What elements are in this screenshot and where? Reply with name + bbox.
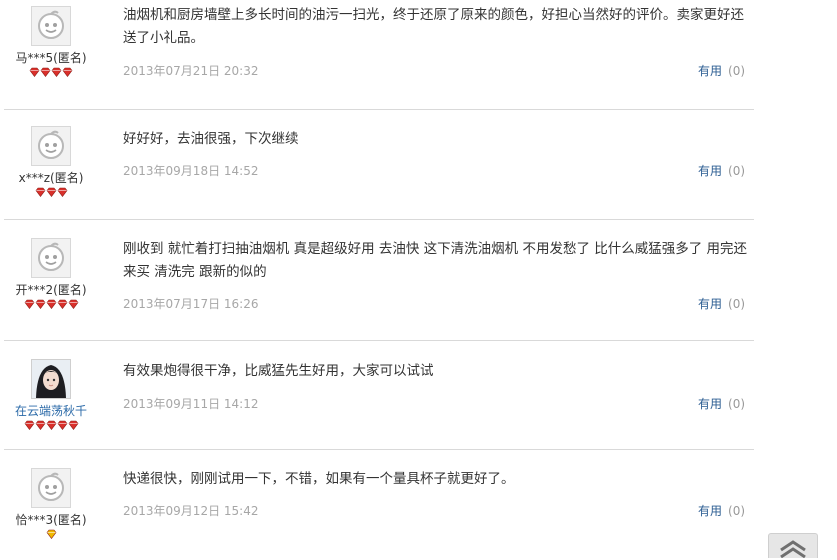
- rank-gem-icon: [46, 299, 56, 309]
- review-date: 2013年09月12日 15:42: [123, 504, 259, 518]
- rank-gem-icon: [46, 187, 56, 197]
- review-item: 在云端荡秋千 有效果炮得很干净，比威猛先生好用，大家可以试试 2013年09月1…: [0, 341, 837, 450]
- default-avatar-icon[interactable]: [31, 6, 71, 46]
- default-avatar-icon[interactable]: [31, 238, 71, 278]
- useful-vote: 有用 (0): [698, 502, 745, 519]
- review-content: 刚收到 就忙着打扫抽油烟机 真是超级好用 去油快 这下清洗油烟机 不用发愁了 比…: [123, 241, 748, 280]
- review-item: 恰***3(匿名) 快递很快，刚刚试用一下，不错，如果有一个量具杯子就更好了。 …: [0, 450, 837, 560]
- rank-gem-icon: [35, 420, 45, 430]
- rank-gem-icon: [62, 67, 73, 77]
- useful-vote: 有用 (0): [698, 395, 745, 412]
- useful-count: (0): [728, 164, 746, 178]
- rank-gem-icon: [40, 67, 51, 77]
- rank-gem-icon: [24, 299, 34, 309]
- rank-gem-icon: [46, 420, 56, 430]
- review-content: 快递很快，刚刚试用一下，不错，如果有一个量具杯子就更好了。: [123, 471, 515, 487]
- reviewer-name: x***z(匿名): [18, 171, 84, 185]
- rank-gem-icon: [68, 299, 78, 309]
- reviewer-info: 马***5(匿名): [0, 6, 102, 78]
- useful-vote: 有用 (0): [698, 295, 745, 312]
- review-content: 油烟机和厨房墙壁上多长时间的油污一扫光，终于还原了原来的颜色，好担心当然好的评价…: [123, 7, 744, 46]
- rank-gem-icon: [35, 299, 45, 309]
- review-date: 2013年09月11日 14:12: [123, 397, 259, 411]
- reviewer-name[interactable]: 在云端荡秋千: [0, 404, 102, 418]
- useful-count: (0): [728, 504, 746, 518]
- useful-button[interactable]: 有用: [698, 64, 722, 78]
- reviewer-name: 开***2(匿名): [15, 283, 87, 297]
- rank-gem-icon: [35, 187, 45, 197]
- review-date: 2013年07月21日 20:32: [123, 64, 259, 78]
- reviewer-info: 开***2(匿名): [0, 238, 102, 310]
- review-item: 开***2(匿名) 刚收到 就忙着打扫抽油烟机 真是超级好用 去油快 这下清洗油…: [0, 220, 837, 341]
- reviewer-info: 在云端荡秋千: [0, 359, 102, 431]
- default-avatar-icon[interactable]: [31, 126, 71, 166]
- rank-gem-icon: [57, 187, 67, 197]
- rank-gem-icon: [29, 67, 40, 77]
- reviewer-rank: [0, 299, 102, 310]
- useful-count: (0): [728, 397, 746, 411]
- review-content: 有效果炮得很干净，比威猛先生好用，大家可以试试: [123, 363, 434, 379]
- rank-gem-icon: [46, 529, 56, 539]
- useful-button[interactable]: 有用: [698, 164, 722, 178]
- useful-vote: 有用 (0): [698, 162, 745, 179]
- review-item: 马***5(匿名) 油烟机和厨房墙壁上多长时间的油污一扫光，终于还原了原来的颜色…: [0, 0, 837, 110]
- rank-gem-icon: [51, 67, 62, 77]
- back-to-top-icon: [780, 540, 806, 558]
- useful-vote: 有用 (0): [698, 62, 745, 79]
- rank-gem-icon: [68, 420, 78, 430]
- reviewer-rank: [0, 67, 102, 78]
- review-date: 2013年09月18日 14:52: [123, 164, 259, 178]
- useful-button[interactable]: 有用: [698, 504, 722, 518]
- useful-count: (0): [728, 297, 746, 311]
- user-photo-avatar[interactable]: [31, 359, 71, 399]
- review-content: 好好好，去油很强，下次继续: [123, 131, 299, 147]
- reviewer-info: x***z(匿名): [0, 126, 102, 198]
- default-avatar-icon[interactable]: [31, 468, 71, 508]
- reviewer-name: 马***5(匿名): [15, 51, 87, 65]
- rank-gem-icon: [57, 299, 67, 309]
- rank-gem-icon: [24, 420, 34, 430]
- reviewer-rank: [0, 529, 102, 540]
- reviewer-name: 恰***3(匿名): [15, 513, 87, 527]
- useful-button[interactable]: 有用: [698, 397, 722, 411]
- reviewer-rank: [0, 420, 102, 431]
- rank-gem-icon: [57, 420, 67, 430]
- useful-count: (0): [728, 64, 746, 78]
- review-item: x***z(匿名) 好好好，去油很强，下次继续 2013年09月18日 14:5…: [0, 110, 837, 220]
- useful-button[interactable]: 有用: [698, 297, 722, 311]
- review-list: 马***5(匿名) 油烟机和厨房墙壁上多长时间的油污一扫光，终于还原了原来的颜色…: [0, 0, 837, 560]
- back-to-top-button[interactable]: [768, 533, 818, 558]
- reviewer-info: 恰***3(匿名): [0, 468, 102, 540]
- reviewer-rank: [0, 187, 102, 198]
- review-date: 2013年07月17日 16:26: [123, 297, 259, 311]
